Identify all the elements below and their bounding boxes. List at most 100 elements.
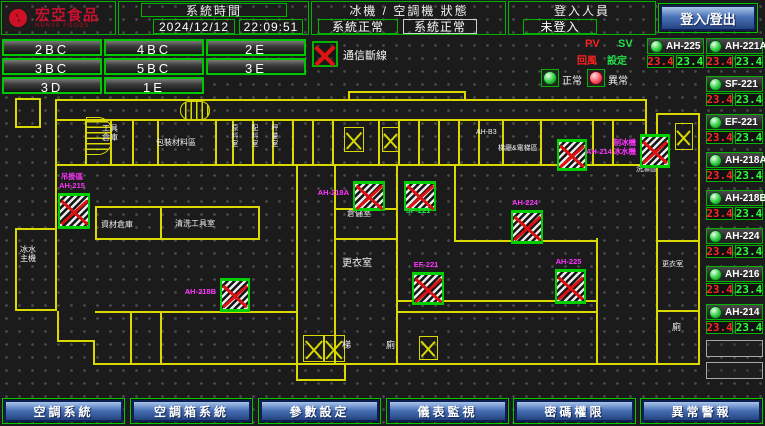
wall-segment xyxy=(258,206,260,240)
wall-segment xyxy=(478,121,480,164)
shaft-x-icon xyxy=(303,335,325,362)
wall-segment xyxy=(418,121,420,164)
floor-button-2e[interactable]: 2E xyxy=(206,39,306,56)
comm-error-icon xyxy=(312,41,338,67)
nav-button-alarms[interactable]: 異常警報 xyxy=(642,400,761,422)
status-led-icon xyxy=(650,40,663,53)
abnormal-label: 異常 xyxy=(608,72,628,87)
wall-segment xyxy=(93,340,95,365)
status-led-icon xyxy=(709,78,722,91)
status-led-icon xyxy=(709,116,722,129)
unit-box-ah-224[interactable]: AH-224 xyxy=(706,228,763,244)
room-label: 冰水 主機 xyxy=(20,246,36,264)
nav-cell: 空調箱系統 xyxy=(130,398,253,424)
floor-button-3bc[interactable]: 3BC xyxy=(2,58,102,75)
floor-button-5bc[interactable]: 5BC xyxy=(104,58,204,75)
equipment-label: AH-225 xyxy=(539,258,599,267)
room-label: 秤量室 xyxy=(270,124,278,148)
system-clock-value: 22:09:51 xyxy=(239,19,303,34)
sv-desc-label: 設定 xyxy=(607,52,627,67)
login-title: 登入人員 xyxy=(511,3,653,17)
equipment-alarm-icon[interactable] xyxy=(220,278,250,312)
wall-segment xyxy=(344,363,346,381)
pv-desc-label: 回風 xyxy=(577,52,597,67)
room-label: 資材倉庫 xyxy=(101,221,133,230)
unit-box-ef-221[interactable]: EF-221 xyxy=(706,114,763,130)
logo-icon xyxy=(5,5,31,31)
unit-pv-value: 23.4 xyxy=(706,93,733,106)
unit-box-ah-225[interactable]: AH-225 xyxy=(647,38,704,54)
equipment-label: 制冰機 冰水機 xyxy=(576,139,636,156)
floor-button-2bc[interactable]: 2BC xyxy=(2,39,102,56)
nav-button-password[interactable]: 密碼權限 xyxy=(515,400,634,422)
unit-sv-value: 23.4 xyxy=(735,207,763,220)
unit-box-ah-221a[interactable]: AH-221A xyxy=(706,38,763,54)
equipment-label: EF-221 xyxy=(396,261,456,270)
nav-cell: 參數設定 xyxy=(258,398,381,424)
equipment-label: AH-224 xyxy=(495,199,555,208)
equipment-alarm-icon[interactable] xyxy=(353,181,385,211)
wall-segment xyxy=(95,311,298,313)
status-led-icon xyxy=(709,40,722,53)
nav-button-meters[interactable]: 儀表監視 xyxy=(388,400,507,422)
unit-box-ah-216[interactable]: AH-216 xyxy=(706,266,763,282)
unit-box-ah-218b[interactable]: AH-218B xyxy=(706,190,763,206)
wall-segment xyxy=(15,98,41,100)
unit-name-label: AH-225 xyxy=(666,41,700,52)
equipment-alarm-icon[interactable] xyxy=(412,272,444,305)
shaft-x-icon xyxy=(675,123,693,150)
unit-sv-value: 23.4 xyxy=(735,55,763,68)
login-user-value: 未登入 xyxy=(523,19,597,34)
unit-name-label: AH-221A xyxy=(725,41,765,52)
wall-segment xyxy=(348,91,350,101)
wall-segment xyxy=(296,379,346,381)
unit-sv-value: 23.4 xyxy=(735,321,763,334)
pv-label: PV xyxy=(585,38,600,50)
wall-segment xyxy=(656,240,700,242)
unit-pv-value: 23.4 xyxy=(706,321,733,334)
wall-segment xyxy=(458,121,460,164)
room-label: 包裝材料區 xyxy=(156,139,196,148)
equipment-alarm-icon[interactable] xyxy=(555,269,586,304)
stairs-icon xyxy=(180,101,210,120)
floor-button-4bc[interactable]: 4BC xyxy=(104,39,204,56)
unit-box-ah-218a[interactable]: AH-218A xyxy=(706,152,763,168)
equipment-alarm-icon[interactable] xyxy=(58,193,90,229)
room-label: 倉儲室 xyxy=(347,210,371,219)
ahu-status-value: 系統正常 xyxy=(403,19,477,34)
wall-segment xyxy=(15,309,57,311)
status-led-icon xyxy=(709,306,722,319)
wall-segment xyxy=(292,121,294,164)
unit-box-sf-221[interactable]: SF-221 xyxy=(706,76,763,92)
unit-box-ah-214[interactable]: AH-214 xyxy=(706,304,763,320)
equipment-alarm-icon[interactable] xyxy=(640,134,670,168)
machine-status-panel: 冰機 / 空調機 狀態 系統正常 系統正常 xyxy=(311,1,506,35)
login-logout-button[interactable]: 登入/登出 xyxy=(660,5,756,31)
unit-sv-value: 23.4 xyxy=(735,131,763,144)
nav-button-ahu-system[interactable]: 空調箱系統 xyxy=(132,400,251,422)
floor-button-1e[interactable]: 1E xyxy=(104,77,204,94)
unit-pv-value: 23.4 xyxy=(706,207,733,220)
logo-subtitle: HUNYA FOODS xyxy=(35,23,99,29)
unit-sv-value: 23.4 xyxy=(735,169,763,182)
shaft-x-icon xyxy=(344,127,364,152)
nav-button-parameters[interactable]: 參數設定 xyxy=(260,400,379,422)
floor-button-3e[interactable]: 3E xyxy=(206,58,306,75)
wall-segment xyxy=(55,119,647,121)
floor-button-3d[interactable]: 3D xyxy=(2,77,102,94)
room-label: AH-B3 xyxy=(476,129,497,137)
wall-segment xyxy=(95,206,97,240)
equipment-alarm-icon[interactable] xyxy=(511,210,543,244)
wall-segment xyxy=(39,98,41,128)
abnormal-lamp-icon xyxy=(589,71,603,85)
nav-cell: 異常警報 xyxy=(640,398,763,424)
wall-segment xyxy=(348,91,466,93)
logo: 宏亞食品 HUNYA FOODS xyxy=(1,1,116,35)
system-date-value: 2024/12/12 xyxy=(153,19,235,34)
nav-button-ac-system[interactable]: 空調系統 xyxy=(4,400,123,422)
wall-segment xyxy=(698,113,700,365)
wall-segment xyxy=(130,311,132,363)
empty-unit-slot xyxy=(706,362,763,379)
unit-pv-value: 23.4 xyxy=(706,55,733,68)
nav-cell: 空調系統 xyxy=(2,398,125,424)
